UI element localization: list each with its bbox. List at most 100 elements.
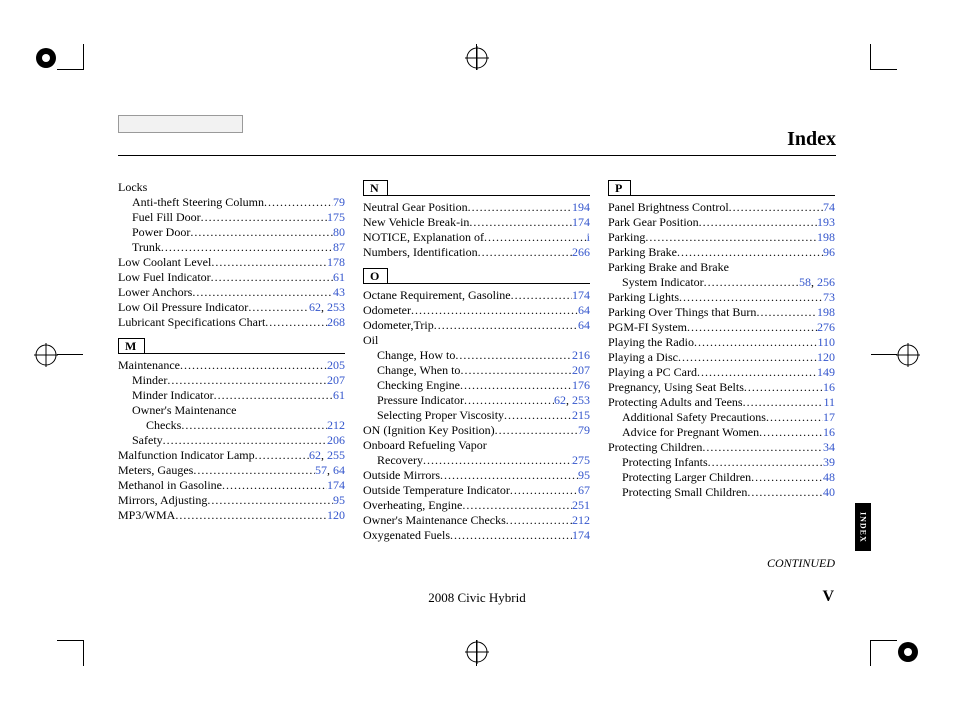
page-number-link[interactable]: 79 (333, 195, 345, 209)
page-number-link[interactable]: 62 (554, 393, 566, 407)
page-number-link[interactable]: 215 (572, 408, 590, 422)
page-number-link[interactable]: 74 (823, 200, 835, 214)
page-number-link[interactable]: 212 (572, 513, 590, 527)
index-entry-label: Pregnancy, Using Seat Belts (608, 380, 744, 395)
page-number-link[interactable]: 174 (572, 288, 590, 302)
page-number-link[interactable]: 57 (315, 463, 327, 477)
page-number-link[interactable]: 175 (327, 210, 345, 224)
page-number-link[interactable]: 253 (572, 393, 590, 407)
page-number-link[interactable]: 120 (327, 508, 345, 522)
page-number-link[interactable]: 120 (817, 350, 835, 364)
index-entry-pages: 87 (333, 240, 345, 255)
page-number-link[interactable]: 80 (333, 225, 345, 239)
leader-dots (687, 320, 817, 335)
page-number-link[interactable]: 17 (823, 410, 835, 424)
page-number-link[interactable]: 64 (333, 463, 345, 477)
index-entry-pages: 62, 255 (309, 448, 345, 463)
page-number-link[interactable]: 43 (333, 285, 345, 299)
page-number-link[interactable]: 96 (823, 245, 835, 259)
crop-mark (83, 640, 84, 666)
page-number-link[interactable]: 198 (817, 230, 835, 244)
page-number-link[interactable]: 207 (327, 373, 345, 387)
page-number-link[interactable]: 275 (572, 453, 590, 467)
page-number-link[interactable]: 149 (817, 365, 835, 379)
leader-dots (699, 215, 817, 230)
page-number-link[interactable]: 276 (817, 320, 835, 334)
page-number-link[interactable]: 251 (572, 498, 590, 512)
index-entry-pages: 58, 256 (799, 275, 835, 290)
page-number-link[interactable]: 16 (823, 425, 835, 439)
page-number-link[interactable]: 87 (333, 240, 345, 254)
index-entry: Playing a PC Card 149 (608, 365, 835, 380)
page-number-link[interactable]: 253 (327, 300, 345, 314)
section-o: Octane Requirement, Gasoline 174Odometer… (363, 288, 590, 543)
page-number-link[interactable]: 40 (823, 485, 835, 499)
leader-dots (180, 358, 327, 373)
page-number-link[interactable]: 206 (327, 433, 345, 447)
page-number-link[interactable]: 216 (572, 348, 590, 362)
index-columns: LocksAnti-theft Steering Column 79Fuel F… (118, 180, 836, 543)
section-heading-p: P (608, 180, 835, 196)
index-entry: Pressure Indicator 62, 253 (363, 393, 590, 408)
index-entry-label: Safety (132, 433, 163, 448)
page-number-link[interactable]: 194 (572, 200, 590, 214)
page-number-link[interactable]: 95 (578, 468, 590, 482)
page-number-link[interactable]: 11 (823, 395, 835, 409)
index-entry: Maintenance 205 (118, 358, 345, 373)
index-entry: Protecting Infants 39 (608, 455, 835, 470)
page-number-link[interactable]: 212 (327, 418, 345, 432)
index-entry: Anti-theft Steering Column 79 (118, 195, 345, 210)
page-number-link[interactable]: 58 (799, 275, 811, 289)
index-entry: Outside Temperature Indicator 67 (363, 483, 590, 498)
page-number-link[interactable]: 16 (823, 380, 835, 394)
page-number-link[interactable]: 268 (327, 315, 345, 329)
page-number-link[interactable]: 110 (817, 335, 835, 349)
index-entry-pages: 79 (333, 195, 345, 210)
index-entry-label: Locks (118, 180, 147, 195)
page-number-link[interactable]: 174 (572, 528, 590, 542)
index-entry: NOTICE, Explanation of i (363, 230, 590, 245)
page-number-link[interactable]: 73 (823, 290, 835, 304)
leader-dots (455, 348, 572, 363)
page-number-link[interactable]: 95 (333, 493, 345, 507)
leader-dots (468, 200, 572, 215)
page-number-link[interactable]: 266 (572, 245, 590, 259)
page-number-link[interactable]: 174 (572, 215, 590, 229)
index-entry-label: ON (Ignition Key Position) (363, 423, 495, 438)
page-number-link[interactable]: 207 (572, 363, 590, 377)
index-entry: Power Door 80 (118, 225, 345, 240)
page-number-link[interactable]: 62 (309, 448, 321, 462)
index-entry-pages: 62, 253 (309, 300, 345, 315)
leader-dots (211, 270, 333, 285)
index-entry-label: Panel Brightness Control (608, 200, 729, 215)
page-number-link[interactable]: 34 (823, 440, 835, 454)
leader-dots (175, 508, 327, 523)
page-number-link[interactable]: 193 (817, 215, 835, 229)
page-number-link[interactable]: 48 (823, 470, 835, 484)
page-number-link[interactable]: 67 (578, 483, 590, 497)
page-number-link[interactable]: 178 (327, 255, 345, 269)
page-number-link[interactable]: 61 (333, 388, 345, 402)
leader-dots (469, 215, 572, 230)
index-entry-pages: 174 (572, 215, 590, 230)
page-number-link[interactable]: 205 (327, 358, 345, 372)
index-entry-label: Oil (363, 333, 378, 348)
page-number-link[interactable]: 62 (309, 300, 321, 314)
page-number-link[interactable]: i (587, 230, 590, 244)
page-number-link[interactable]: 64 (578, 318, 590, 332)
page-number-link[interactable]: 198 (817, 305, 835, 319)
index-entry: Recovery 275 (363, 453, 590, 468)
page-number-link[interactable]: 255 (327, 448, 345, 462)
crop-mark (870, 44, 871, 70)
index-entry-label: Low Coolant Level (118, 255, 211, 270)
page-number-link[interactable]: 61 (333, 270, 345, 284)
index-entry-pages: 73 (823, 290, 835, 305)
page-number-link[interactable]: 39 (823, 455, 835, 469)
page-number-link[interactable]: 79 (578, 423, 590, 437)
page-number-link[interactable]: 176 (572, 378, 590, 392)
index-entry-label: Owner's Maintenance (132, 403, 236, 418)
page-number-link[interactable]: 64 (578, 303, 590, 317)
page-number-link[interactable]: 174 (327, 478, 345, 492)
index-entry: Safety 206 (118, 433, 345, 448)
page-number-link[interactable]: 256 (817, 275, 835, 289)
